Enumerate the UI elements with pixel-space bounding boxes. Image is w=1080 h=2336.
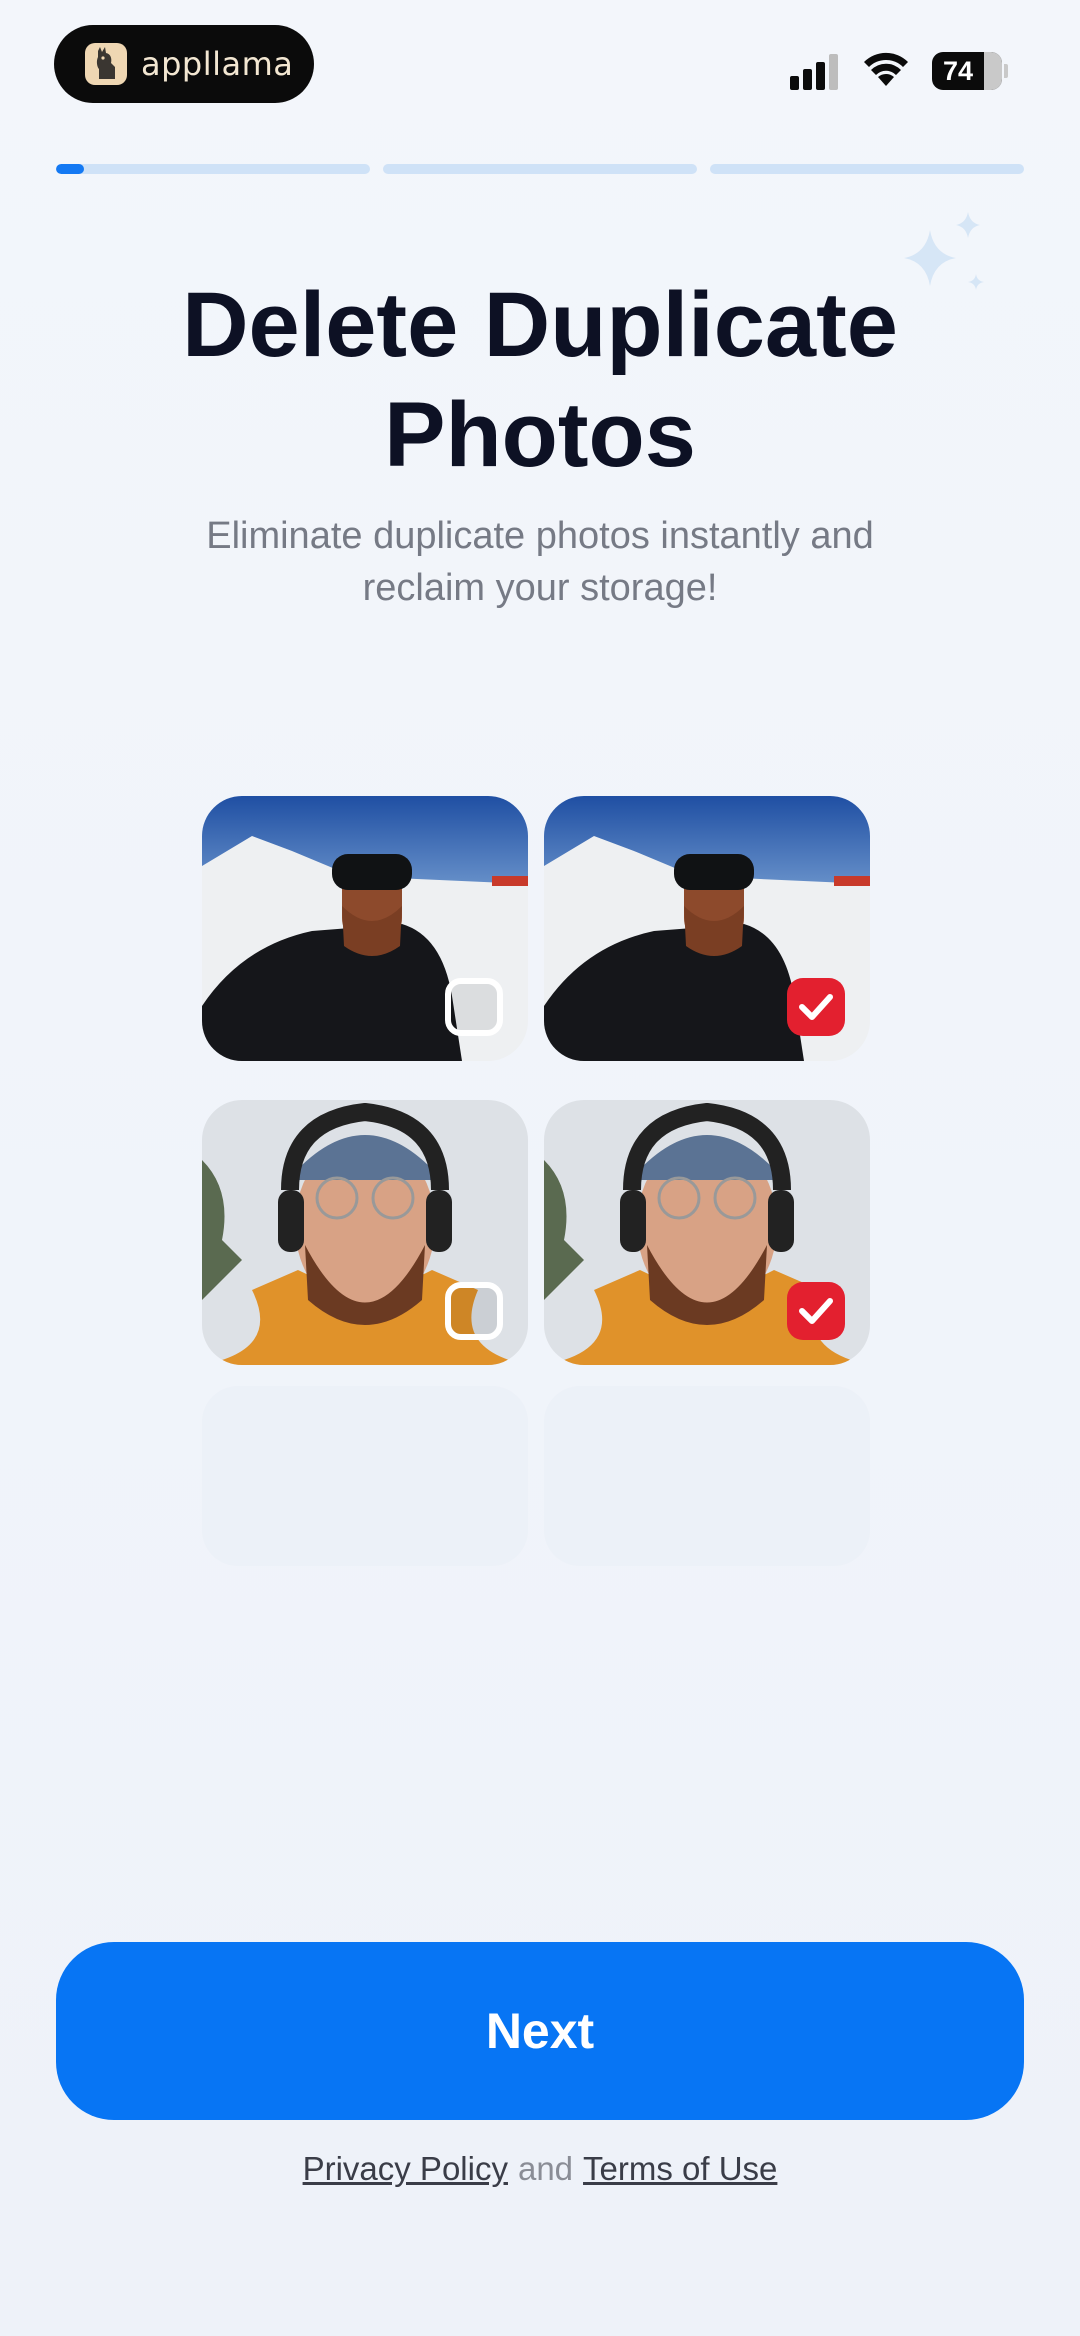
selected-checkmark-icon[interactable] xyxy=(787,978,845,1036)
photo-tile[interactable] xyxy=(544,1100,870,1365)
progress-step-3 xyxy=(710,164,1024,174)
llama-logo-icon xyxy=(85,43,127,85)
battery-tip xyxy=(1004,64,1008,78)
select-checkbox[interactable] xyxy=(445,978,503,1036)
faded-photo-tile xyxy=(544,1386,870,1566)
brand-name: appllama xyxy=(141,45,294,83)
progress-step-fill xyxy=(56,164,85,174)
terms-of-use-link[interactable]: Terms of Use xyxy=(583,2150,777,2187)
signal-icon xyxy=(790,54,842,90)
progress-step-2 xyxy=(383,164,697,174)
onboarding-progress xyxy=(56,164,1024,174)
battery-icon: 74 xyxy=(932,52,1002,90)
photo-tile[interactable] xyxy=(202,796,528,1061)
page-subtitle: Eliminate duplicate photos instantly and… xyxy=(206,515,874,609)
selected-checkmark-icon[interactable] xyxy=(787,1282,845,1340)
progress-step-1 xyxy=(56,164,370,174)
photo-tile[interactable] xyxy=(202,1100,528,1365)
faded-photo-tile xyxy=(202,1386,528,1566)
status-bar: appllama 74 xyxy=(0,0,1080,140)
privacy-policy-link[interactable]: Privacy Policy xyxy=(303,2150,508,2187)
battery-level: 74 xyxy=(942,56,974,86)
wifi-icon xyxy=(864,52,908,86)
legal-links: Privacy Policy and Terms of Use xyxy=(0,2150,1080,2188)
photo-tile[interactable] xyxy=(544,796,870,1061)
brand-badge: appllama xyxy=(54,25,314,103)
next-button[interactable]: Next xyxy=(56,1942,1024,2120)
page-title: Delete Duplicate Photos xyxy=(182,274,898,486)
and-text: and xyxy=(517,2150,574,2187)
select-checkbox[interactable] xyxy=(445,1282,503,1340)
